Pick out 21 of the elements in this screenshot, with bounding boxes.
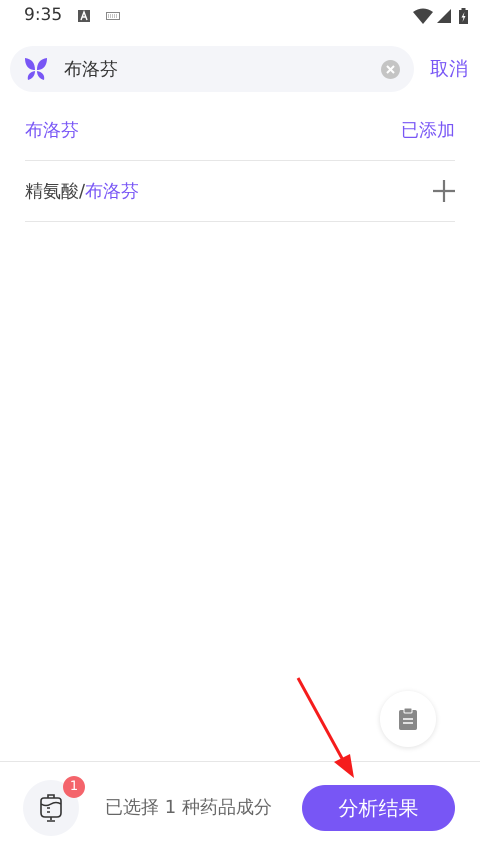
status-time: 9:35: [24, 4, 62, 28]
count-badge: 1: [63, 776, 85, 798]
iv-bag-icon: [40, 794, 62, 822]
signal-icon: [437, 9, 451, 23]
added-status: 已添加: [401, 118, 455, 142]
clipboard-button[interactable]: [380, 691, 436, 747]
notification-icon: [78, 10, 90, 22]
search-text: 布洛芬: [64, 58, 118, 82]
keyboard-icon: [106, 12, 120, 20]
selection-button[interactable]: [23, 780, 79, 836]
drug-name[interactable]: 布洛芬: [25, 116, 79, 144]
drug-name[interactable]: 精氨酸/布洛芬: [25, 178, 140, 204]
battery-icon: [459, 8, 468, 24]
add-icon[interactable]: [433, 180, 455, 202]
leaf-logo-icon: [24, 57, 48, 81]
cancel-button[interactable]: 取消: [414, 54, 480, 84]
search-field[interactable]: 布洛芬: [10, 46, 414, 92]
clipboard-icon: [399, 708, 417, 730]
wifi-icon: [413, 8, 433, 24]
analyze-button[interactable]: 分析结果: [302, 784, 455, 830]
selection-summary: 已选择 1 种药品成分: [105, 796, 272, 820]
